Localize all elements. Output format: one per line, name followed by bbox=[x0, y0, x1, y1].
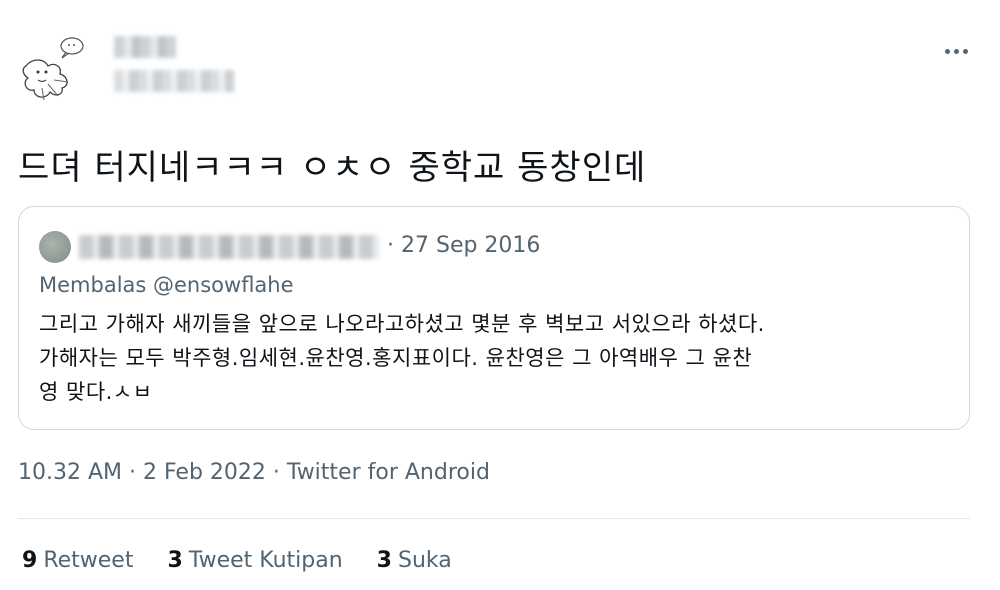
user-avatar[interactable] bbox=[18, 32, 94, 104]
quoted-text-line: 영 맞다.ㅅㅂ bbox=[39, 380, 153, 404]
quoted-tweet-date[interactable]: · 27 Sep 2016 bbox=[387, 233, 540, 258]
tweet-metadata: 10.32 AM · 2 Feb 2022 · Twitter for Andr… bbox=[18, 460, 490, 485]
display-name-redacted[interactable] bbox=[114, 36, 176, 58]
sketch-avatar-icon bbox=[22, 37, 84, 101]
like-count[interactable]: 3 Suka bbox=[377, 548, 452, 573]
quoted-text-line: 그리고 가해자 새끼들을 앞으로 나오라고하셨고 몇분 후 벽보고 서있으라 하… bbox=[39, 312, 765, 336]
more-horizontal-icon bbox=[944, 48, 950, 54]
quoted-user-name-redacted[interactable] bbox=[79, 235, 379, 259]
tweet-text: 드뎌 터지네ㅋㅋㅋ ㅇㅊㅇ 중학교 동창인데 bbox=[18, 148, 647, 188]
divider bbox=[18, 518, 970, 519]
quote-tweet-count[interactable]: 3 Tweet Kutipan bbox=[167, 548, 342, 573]
quoted-user-avatar[interactable] bbox=[39, 231, 71, 263]
tweet-stats: 9 Retweet 3 Tweet Kutipan 3 Suka bbox=[22, 548, 452, 573]
tweet-source[interactable]: Twitter for Android bbox=[287, 460, 490, 485]
quoted-tweet-text: 그리고 가해자 새끼들을 앞으로 나오라고하셨고 몇분 후 벽보고 서있으라 하… bbox=[39, 307, 959, 409]
username-redacted[interactable] bbox=[114, 70, 234, 92]
quoted-text-line: 가해자는 모두 박주형.임세현.윤찬영.홍지표이다. 윤찬영은 그 아역배우 그… bbox=[39, 346, 753, 370]
tweet-timestamp[interactable]: 10.32 AM · 2 Feb 2022 · bbox=[18, 460, 287, 485]
quoted-tweet[interactable]: · 27 Sep 2016 Membalas @ensowflahe 그리고 가… bbox=[18, 206, 970, 430]
quoted-reply-to: Membalas @ensowflahe bbox=[39, 273, 294, 297]
tweet-card: 드뎌 터지네ㅋㅋㅋ ㅇㅊㅇ 중학교 동창인데 · 27 Sep 2016 Mem… bbox=[0, 0, 1000, 590]
more-options-button[interactable] bbox=[938, 38, 974, 64]
retweet-count[interactable]: 9 Retweet bbox=[22, 548, 133, 573]
